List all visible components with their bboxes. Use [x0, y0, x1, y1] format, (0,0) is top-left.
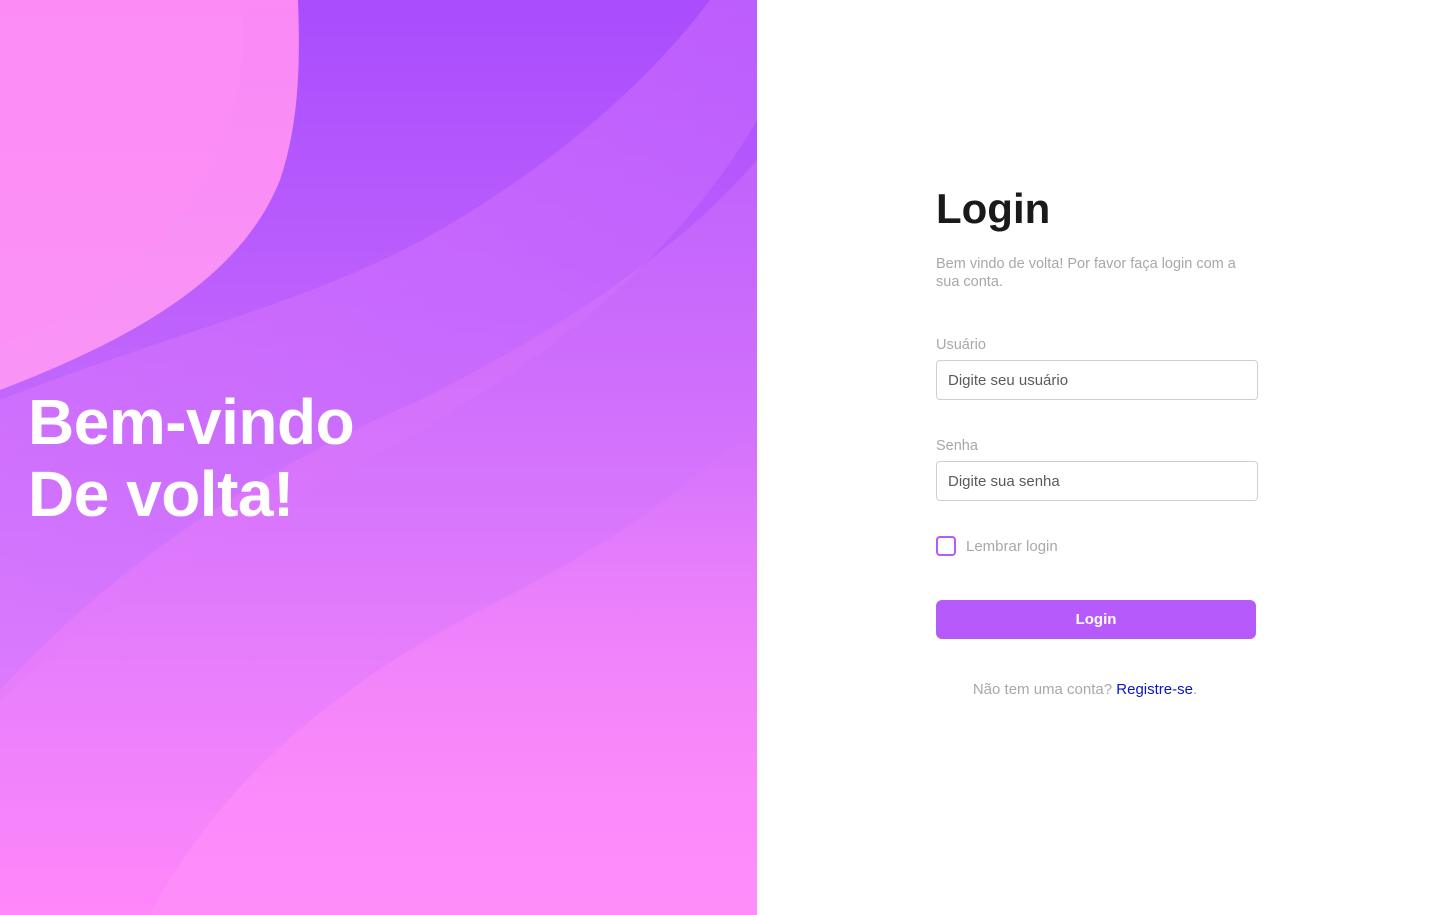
- login-page: Bem-vindo De volta! Login Bem vindo de v…: [0, 0, 1435, 915]
- signup-suffix: .: [1192, 681, 1198, 698]
- form-title: Login: [936, 185, 1051, 232]
- username-label: Usuário: [936, 337, 986, 353]
- remember-login-checkbox[interactable]: [936, 536, 956, 556]
- form-subtitle: Bem vindo de volta! Por favor faça login…: [936, 256, 1236, 290]
- login-button[interactable]: Login: [936, 600, 1256, 639]
- signup-prompt: Não tem uma conta? Registre-se.: [936, 681, 1234, 698]
- password-label: Senha: [936, 438, 978, 454]
- username-input[interactable]: [936, 360, 1258, 400]
- hero-heading: Bem-vindo De volta!: [28, 386, 355, 530]
- hero-heading-line-2: De volta!: [28, 458, 294, 530]
- login-form: Login Bem vindo de volta! Por favor faça…: [936, 186, 1258, 698]
- hero-panel: Bem-vindo De volta!: [0, 0, 757, 915]
- login-form-panel: Login Bem vindo de volta! Por favor faça…: [757, 0, 1435, 915]
- remember-login-row: Lembrar login: [936, 535, 1258, 557]
- password-input[interactable]: [936, 461, 1258, 501]
- hero-heading-line-1: Bem-vindo: [28, 386, 355, 458]
- signup-prompt-text: Não tem uma conta?: [972, 681, 1117, 698]
- register-link[interactable]: Registre-se: [1116, 681, 1193, 698]
- remember-login-label: Lembrar login: [966, 537, 1058, 555]
